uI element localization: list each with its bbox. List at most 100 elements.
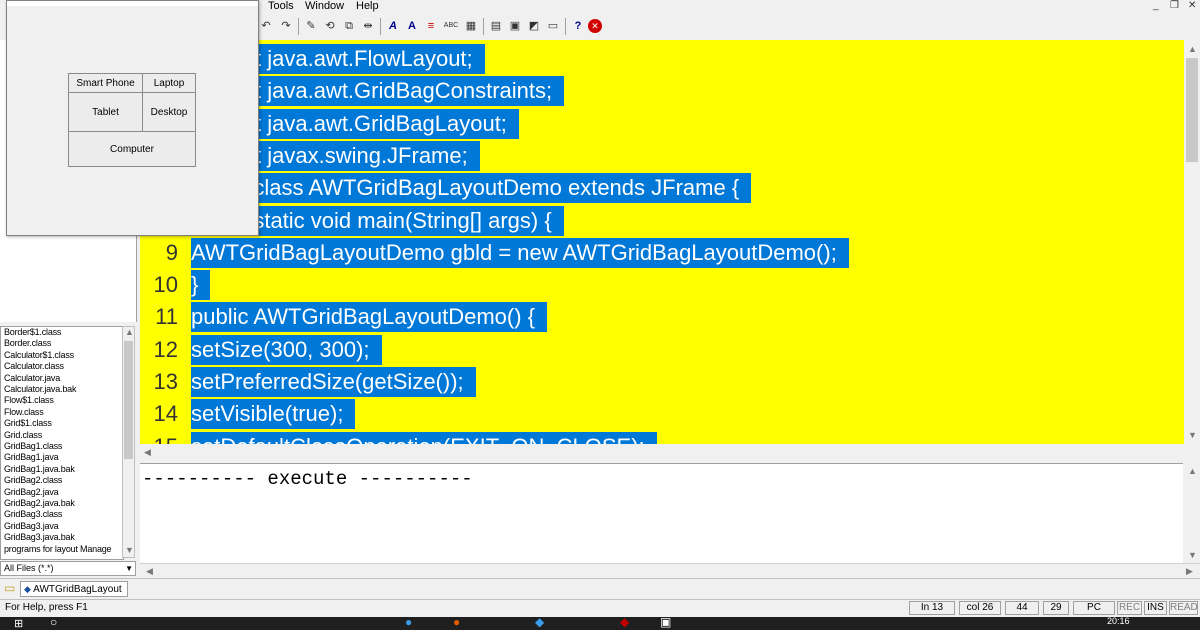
list-item[interactable]: GridBag3.class — [4, 509, 62, 520]
chevron-down-icon: ▼ — [125, 564, 133, 573]
list-item[interactable]: programs for layout Manage — [4, 544, 112, 555]
app-icon[interactable]: ◆ — [620, 617, 629, 629]
app-icon[interactable]: ▣ — [660, 617, 671, 629]
output-text: ---------- execute ---------- — [142, 468, 473, 490]
list-item[interactable]: Border$1.class — [4, 327, 61, 338]
code-line: 11 public AWTGridBagLayoutDemo() { — [140, 302, 1184, 333]
computer-button[interactable]: Computer — [68, 131, 196, 167]
run-icon[interactable]: ▤ — [488, 18, 504, 34]
list-item[interactable]: GridBag1.java — [4, 452, 59, 463]
output-horizontal-scrollbar[interactable]: ◀ ▶ — [140, 563, 1200, 578]
replace-icon[interactable]: ⟲ — [322, 18, 338, 34]
code-line: static void main(String[] args) { — [140, 205, 1184, 236]
list-item[interactable]: GridBag1.java.bak — [4, 464, 75, 475]
list-item[interactable]: GridBag2.java — [4, 487, 59, 498]
tablet-button[interactable]: Tablet — [68, 92, 143, 132]
scroll-up-icon[interactable]: ▲ — [1188, 44, 1197, 54]
list-item[interactable]: GridBag3.java — [4, 521, 59, 532]
list-item[interactable]: GridBag3.java.bak — [4, 532, 75, 543]
undo-icon[interactable]: ↶ — [258, 18, 274, 34]
toolbar-separator — [483, 18, 484, 35]
windows-taskbar: ⊞ ○ ● ● ◆ ◆ ▣ 20:16 — [0, 617, 1200, 630]
toolbar-separator — [565, 18, 566, 35]
jframe-window[interactable]: Smart Phone Laptop Tablet Desktop Comput… — [6, 0, 259, 236]
help-icon[interactable]: ? — [570, 18, 586, 34]
list-item[interactable]: Border.class — [4, 338, 51, 349]
list-item[interactable]: Calculator.class — [4, 361, 64, 372]
scroll-left-icon[interactable]: ◀ — [144, 447, 151, 458]
firefox-icon[interactable]: ● — [453, 617, 460, 629]
laptop-button[interactable]: Laptop — [142, 73, 196, 93]
code-text: setVisible(true); — [191, 399, 356, 430]
minimize-icon[interactable]: _ — [1153, 0, 1159, 12]
folder-icon[interactable]: ▭ — [4, 581, 15, 595]
smart-phone-button[interactable]: Smart Phone — [68, 73, 143, 93]
list-item[interactable]: Calculator.java.bak — [4, 384, 76, 395]
compile-icon[interactable]: ▦ — [463, 18, 479, 34]
list-item[interactable]: Flow.class — [4, 407, 44, 418]
output-panel[interactable]: ---------- execute ---------- — [140, 463, 1183, 564]
indent-icon[interactable]: ≡ — [423, 18, 439, 34]
list-item[interactable]: Grid$1.class — [4, 418, 52, 429]
output-scrollbar[interactable]: ▲ ▼ — [1184, 463, 1200, 563]
list-item[interactable]: GridBag2.java.bak — [4, 498, 75, 509]
document-tab-bar: ▭ ◆ AWTGridBagLayout — [0, 578, 1200, 599]
paste-icon[interactable]: ⇹ — [360, 18, 376, 34]
browser-icon[interactable]: ▣ — [507, 18, 523, 34]
code-text: t java.awt.FlowLayout; — [255, 44, 485, 74]
code-line: 9 AWTGridBagLayoutDemo gbld = new AWTGrid… — [140, 237, 1184, 268]
find-icon[interactable]: ✎ — [303, 18, 319, 34]
scroll-down-icon[interactable]: ▼ — [1188, 550, 1197, 560]
app-icon[interactable]: ◆ — [535, 617, 544, 629]
scroll-up-icon[interactable]: ▲ — [1188, 466, 1197, 476]
code-editor[interactable]: t java.awt.FlowLayout; t java.awt.GridBa… — [140, 40, 1184, 444]
line-number: 12 — [153, 336, 178, 362]
search-icon[interactable]: ○ — [50, 617, 57, 629]
document-tab[interactable]: ◆ AWTGridBagLayout — [20, 581, 128, 597]
list-item[interactable]: Flow$1.class — [4, 395, 54, 406]
clock: 20:16 — [1107, 617, 1130, 626]
scrollbar-thumb[interactable] — [1186, 58, 1198, 162]
scroll-down-icon[interactable]: ▼ — [1188, 430, 1197, 440]
list-item[interactable]: GridBag2.class — [4, 475, 62, 486]
desktop-button[interactable]: Desktop — [142, 92, 196, 132]
scroll-down-icon[interactable]: ▼ — [125, 545, 134, 555]
restore-icon[interactable]: ❐ — [1170, 0, 1179, 12]
list-item[interactable]: Calculator.java — [4, 373, 60, 384]
font-icon[interactable]: A — [385, 18, 401, 34]
window-icon[interactable]: ▭ — [545, 18, 561, 34]
list-item[interactable]: GridBag1.class — [4, 441, 62, 452]
line-number: 15 — [140, 432, 178, 444]
code-line: 15 setDefaultCloseOperation(EXIT_ON_CLOSE… — [140, 431, 1184, 444]
code-line: 12 setSize(300, 300); — [140, 334, 1184, 365]
redo-icon[interactable]: ↷ — [278, 18, 294, 34]
abc-icon[interactable]: ABC — [443, 18, 459, 34]
file-list[interactable]: Border$1.class Border.class Calculator$1… — [0, 326, 124, 560]
menu-window[interactable]: Window — [305, 0, 344, 13]
scroll-left-icon[interactable]: ◀ — [146, 566, 153, 577]
scroll-up-icon[interactable]: ▲ — [125, 327, 134, 337]
editor-horizontal-scrollbar[interactable]: ◀ — [140, 444, 1200, 460]
editor-scrollbar[interactable]: ▲ ▼ — [1184, 40, 1200, 444]
close-window-icon[interactable]: ✕ — [1188, 0, 1196, 12]
menu-help[interactable]: Help — [356, 0, 379, 13]
bold-icon[interactable]: A — [404, 18, 420, 34]
menu-tools[interactable]: Tools — [268, 0, 294, 13]
windows-start-icon[interactable]: ⊞ — [14, 617, 23, 630]
java-file-icon: ◆ — [24, 584, 31, 594]
close-icon[interactable]: ✕ — [588, 19, 602, 33]
copy-icon[interactable]: ⧉ — [341, 18, 357, 34]
code-line: t javax.swing.JFrame; — [140, 140, 1184, 171]
code-text: class AWTGridBagLayoutDemo extends JFram… — [235, 173, 752, 204]
scrollbar-thumb[interactable] — [124, 341, 133, 459]
applet-icon[interactable]: ◩ — [526, 18, 542, 34]
jframe-title-bar[interactable] — [7, 1, 258, 6]
scroll-right-icon[interactable]: ▶ — [1186, 566, 1193, 577]
file-list-scrollbar[interactable]: ▲ ▼ — [122, 326, 135, 558]
code-line: t java.awt.FlowLayout; — [140, 44, 1184, 74]
edge-browser-icon[interactable]: ● — [405, 617, 412, 629]
list-item[interactable]: Grid.class — [4, 430, 42, 441]
file-filter-select[interactable]: All Files (*.*) ▼ — [0, 561, 136, 576]
list-item[interactable]: Calculator$1.class — [4, 350, 74, 361]
file-filter-value: All Files (*.*) — [4, 563, 54, 573]
